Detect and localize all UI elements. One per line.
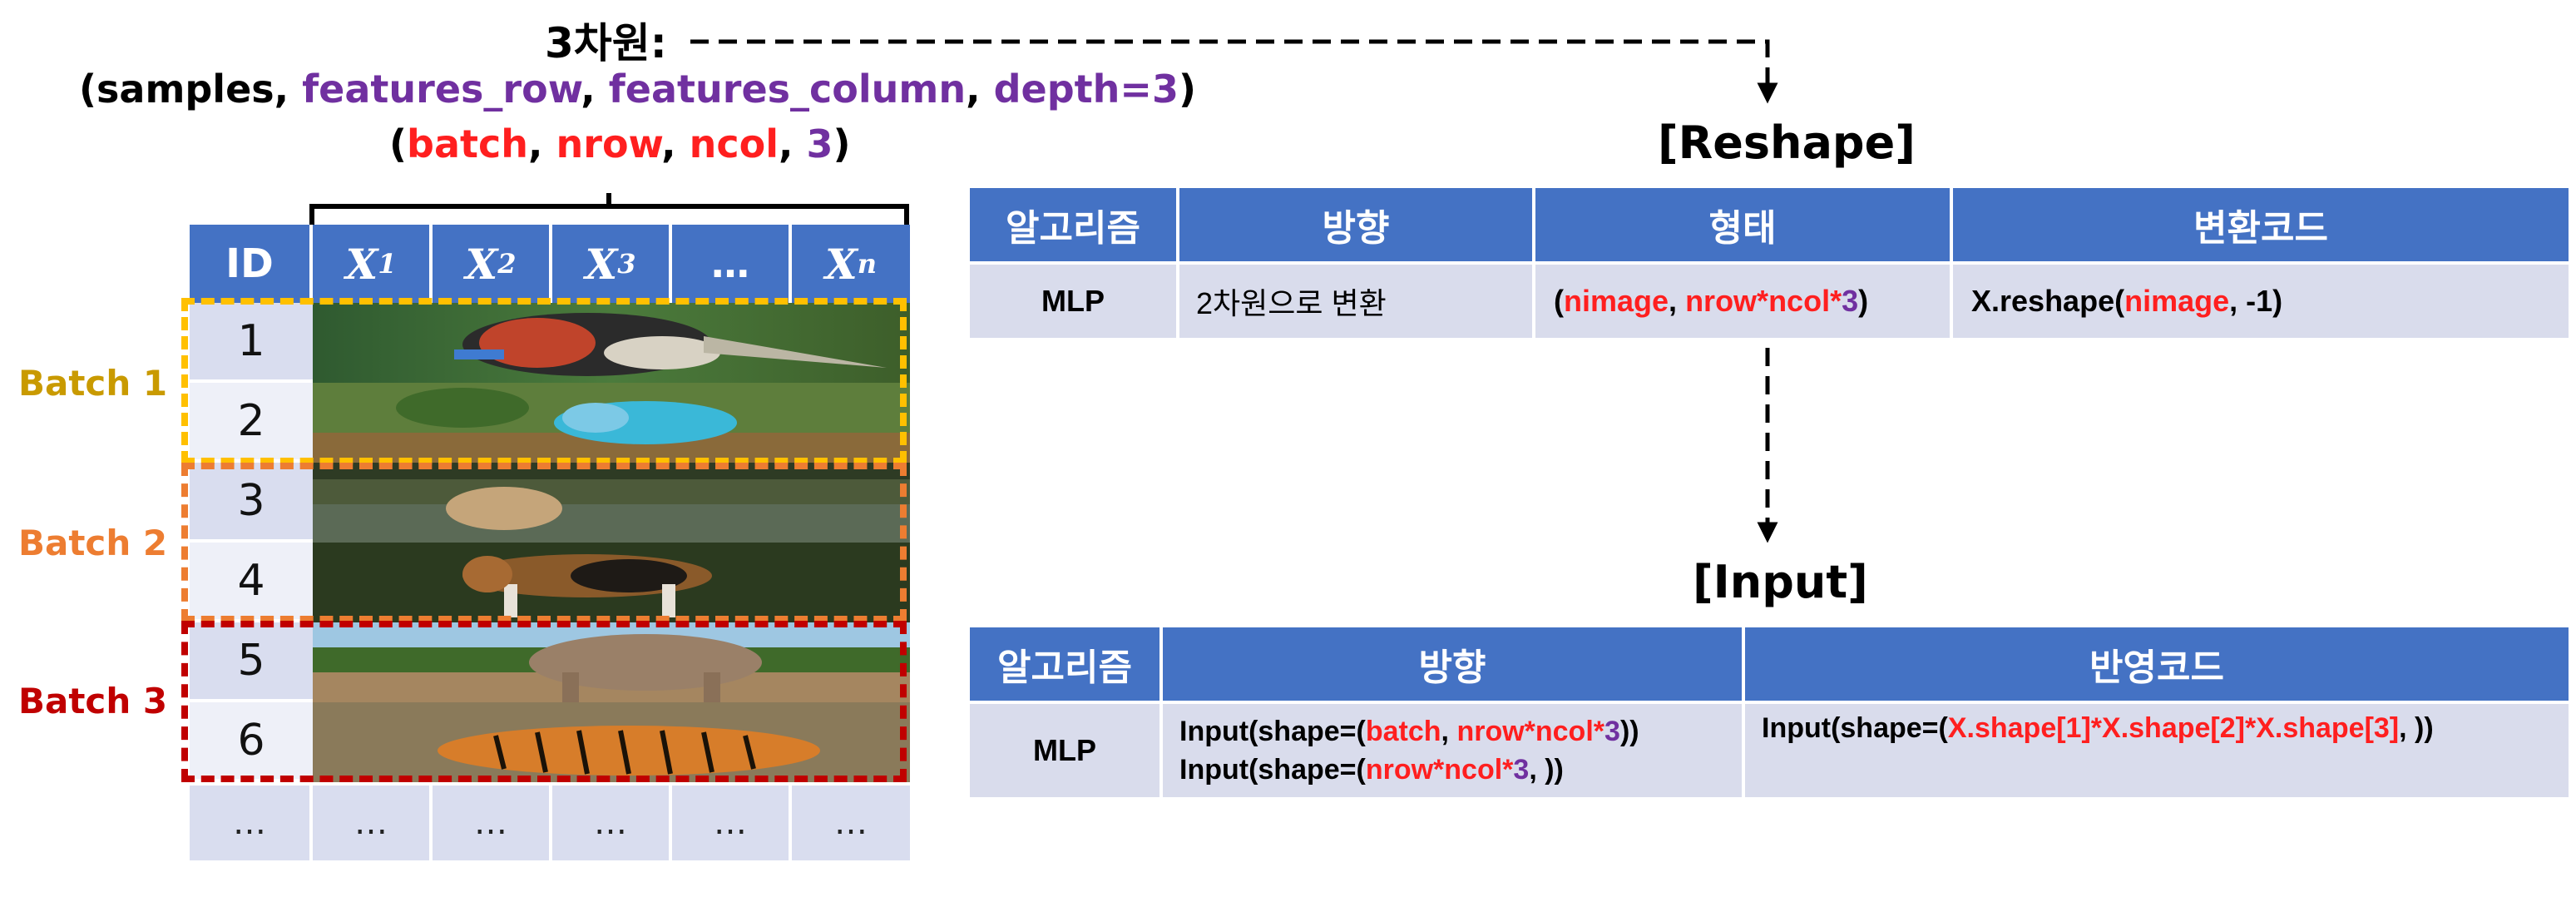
footer-cell-6: … [792, 786, 910, 860]
input-header-code: 반영코드 [1742, 624, 2572, 704]
reshape-title: [Reshape] [1658, 116, 1916, 169]
dashed-arrow-to-reshape [690, 39, 1778, 104]
header-ellipsis: … [672, 225, 792, 303]
input-table: 알고리즘 방향 반영코드 MLP Input(shape=(batch, nro… [967, 624, 2572, 800]
reshape-header-direction: 방향 [1176, 185, 1535, 265]
input-direction-line-2: Input(shape=(nrow*ncol*3, )) [1179, 754, 1564, 786]
reshape-header-code: 변환코드 [1950, 185, 2572, 265]
batch-2-label: Batch 2 [18, 523, 168, 563]
batch-2-box [181, 463, 907, 622]
brace-features [309, 193, 909, 226]
footer-cell-3: … [433, 786, 552, 860]
input-title: [Input] [1693, 556, 1868, 608]
input-algorithm: MLP [967, 701, 1163, 800]
batch-3-label: Batch 3 [18, 681, 168, 721]
footer-cell-4: … [552, 786, 672, 860]
reshape-code: X.reshape(nimage, -1) [1950, 261, 2572, 341]
reshape-direction: 2차원으로 변환 [1176, 261, 1535, 341]
input-direction: Input(shape=(batch, nrow*ncol*3)) Input(… [1159, 701, 1745, 800]
batch-1-box [181, 298, 907, 464]
header-x2: X2 [433, 225, 552, 303]
batch-1-label: Batch 1 [18, 363, 168, 404]
header-id: ID [190, 225, 313, 303]
footer-cell-1: … [190, 786, 313, 860]
reshape-table: 알고리즘 방향 형태 변환코드 MLP 2차원으로 변환 (nimage, nr… [967, 185, 2572, 341]
footer-cell-2: … [313, 786, 433, 860]
reshape-header-algorithm: 알고리즘 [967, 185, 1179, 265]
input-direction-line-1: Input(shape=(batch, nrow*ncol*3)) [1179, 716, 1639, 747]
reshape-form: (nimage, nrow*ncol*3) [1532, 261, 1953, 341]
footer-cell-5: … [672, 786, 792, 860]
reshape-header-form: 형태 [1532, 185, 1953, 265]
input-code: Input(shape=(X.shape[1]*X.shape[2]*X.sha… [1742, 701, 2572, 800]
input-header-algorithm: 알고리즘 [967, 624, 1163, 704]
header-xn: Xn [792, 225, 910, 303]
header-x3: X3 [552, 225, 672, 303]
batch-3-box [181, 621, 907, 782]
reshape-algorithm: MLP [967, 261, 1179, 341]
header-x1: X1 [313, 225, 433, 303]
input-header-direction: 방향 [1159, 624, 1745, 704]
